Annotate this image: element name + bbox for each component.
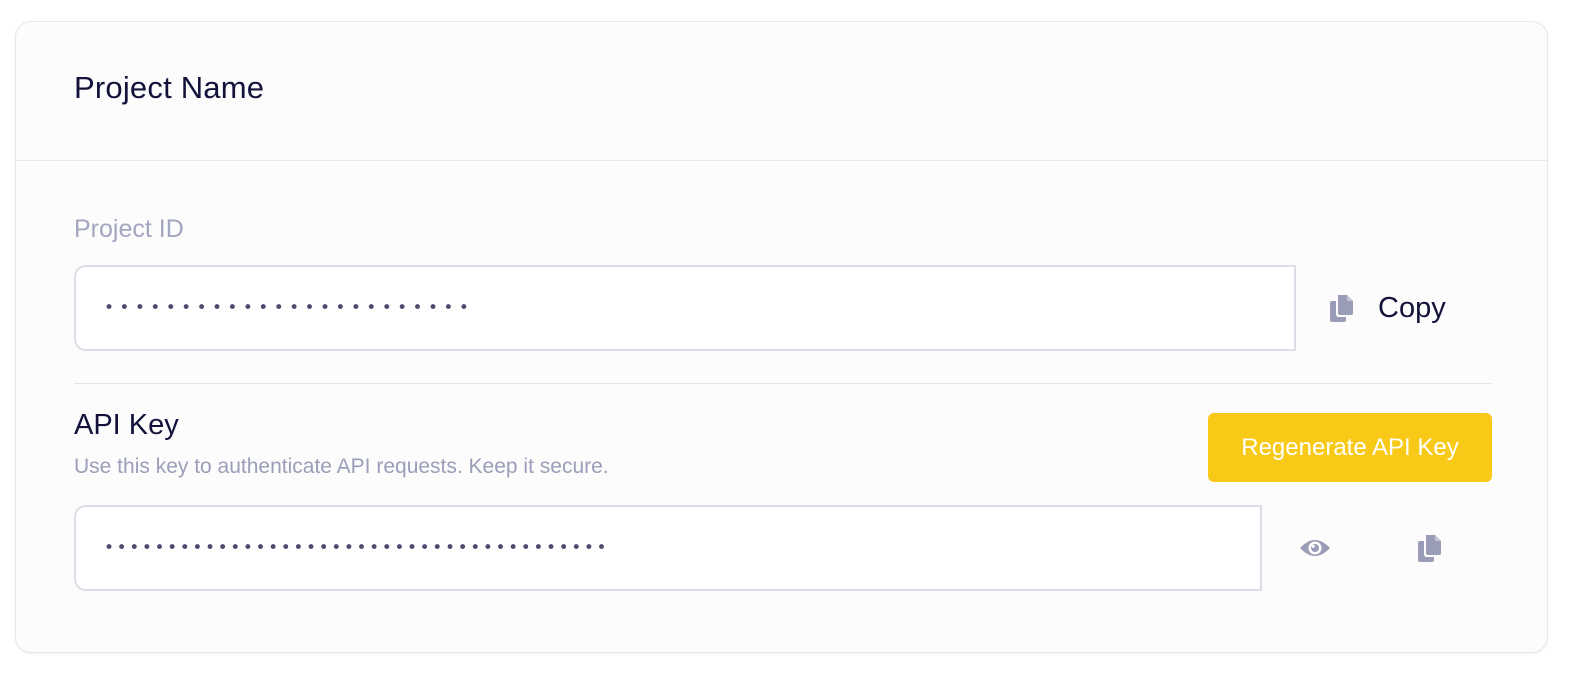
copy-icon bbox=[1418, 535, 1441, 562]
copy-button-label: Copy bbox=[1378, 291, 1446, 324]
project-settings-card: Project Name Project ID ••••••••••••••••… bbox=[15, 21, 1548, 653]
project-id-field[interactable]: •••••••••••••••••••••••• bbox=[74, 265, 1296, 351]
page-title: Project Name bbox=[74, 70, 265, 105]
section-divider bbox=[74, 383, 1492, 384]
eye-icon bbox=[1300, 540, 1330, 556]
regenerate-api-key-button[interactable]: Regenerate API Key bbox=[1208, 413, 1492, 482]
copy-api-key-button[interactable] bbox=[1410, 528, 1450, 568]
api-key-description: Use this key to authenticate API request… bbox=[74, 455, 609, 478]
card-header: Project Name bbox=[16, 22, 1547, 161]
toggle-visibility-button[interactable] bbox=[1295, 528, 1335, 568]
api-key-title: API Key bbox=[74, 409, 179, 441]
api-key-field[interactable]: •••••••••••••••••••••••••••••••••••••••• bbox=[74, 505, 1262, 591]
project-id-label: Project ID bbox=[74, 215, 184, 243]
copy-project-id-button[interactable]: Copy bbox=[1328, 290, 1446, 326]
copy-icon bbox=[1330, 295, 1353, 322]
